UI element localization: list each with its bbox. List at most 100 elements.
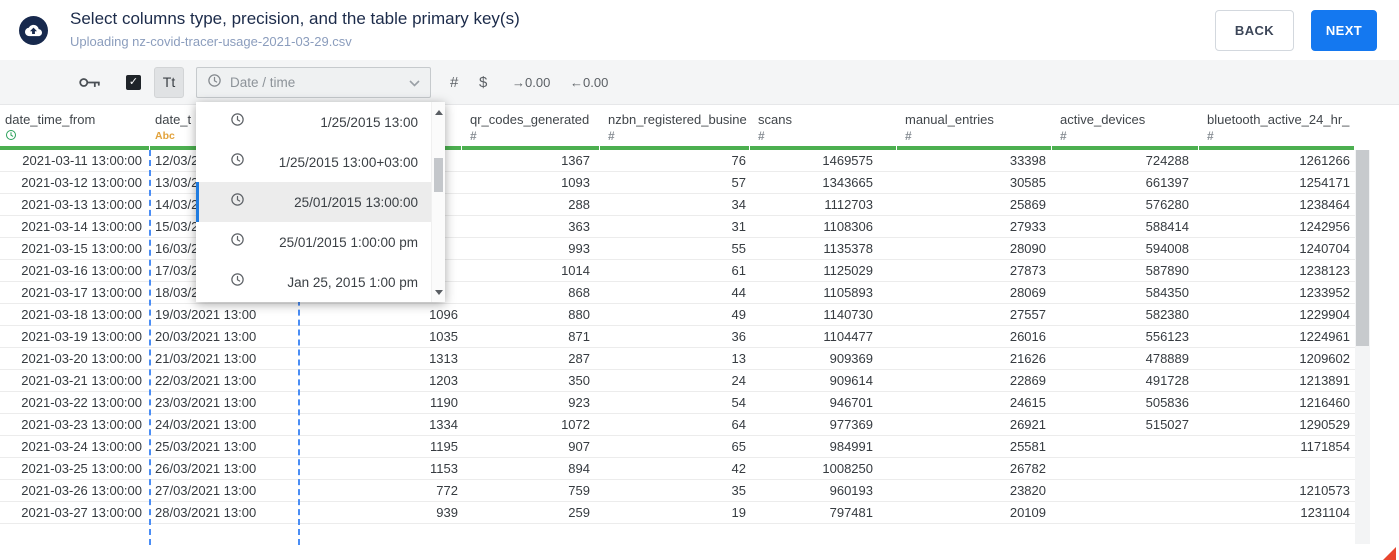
include-column-checkbox[interactable]: ✓ xyxy=(126,75,141,90)
table-cell: 594008 xyxy=(1145,241,1189,256)
number-type-indicator: # xyxy=(1060,129,1067,143)
table-row: 2021-03-23 13:00:00 24/03/2021 13:00 1334 1… xyxy=(0,414,1355,436)
table-cell: 49 xyxy=(731,307,746,322)
table-cell: 1093 xyxy=(561,175,590,190)
dropdown-option-label: 1/25/2015 13:00+03:00 xyxy=(278,154,418,170)
table-cell: 1242956 xyxy=(1299,219,1350,234)
table-cell: 478889 xyxy=(1145,351,1189,366)
table-cell: 76 xyxy=(731,153,746,168)
table-cell: 1313 xyxy=(429,351,458,366)
page-title: Select columns type, precision, and the … xyxy=(70,9,520,28)
table-cell: 960193 xyxy=(829,483,873,498)
resize-corner-marker xyxy=(1383,547,1396,560)
key-icon[interactable] xyxy=(78,74,101,96)
table-cell: 1231104 xyxy=(1300,505,1350,520)
clock-icon xyxy=(230,272,245,292)
dropdown-option-label: 1/25/2015 13:00 xyxy=(320,114,418,130)
text-format-button[interactable]: Tt xyxy=(154,67,184,98)
app-window: Select columns type, precision, and the … xyxy=(0,0,1399,560)
table-cell: 2021-03-25 13:00:00 xyxy=(21,461,142,476)
table-cell: 54 xyxy=(731,395,746,410)
column-type-select[interactable]: Date / time xyxy=(196,67,431,98)
table-cell: 2021-03-13 13:00:00 xyxy=(21,197,142,212)
format-toolbar: ✓ Tt Date / time # $ →0.00 ←0.00 xyxy=(0,60,1399,105)
table-cell: 25869 xyxy=(1009,197,1046,212)
table-cell: 287 xyxy=(568,351,590,366)
table-cell: 1112703 xyxy=(824,197,873,212)
dropdown-option[interactable]: 25/01/2015 1:00:00 pm xyxy=(196,222,431,262)
table-cell: 993 xyxy=(568,241,590,256)
table-cell: 1224961 xyxy=(1299,329,1350,344)
table-cell: 2021-03-20 13:00:00 xyxy=(21,351,142,366)
increase-decimals-icon[interactable]: →0.00 xyxy=(512,60,550,105)
table-cell: 1105893 xyxy=(823,285,873,300)
table-row: 2021-03-27 13:00:00 28/03/2021 13:00 939 25… xyxy=(0,502,1355,524)
scroll-down-arrow[interactable] xyxy=(432,286,445,298)
date-format-dropdown: 1/25/2015 13:00 1/25/2015 13:00+03:00 25/0… xyxy=(196,102,445,302)
scroll-up-arrow[interactable] xyxy=(432,106,445,118)
clock-icon xyxy=(230,232,245,252)
table-cell: 19/03/2021 13:00 xyxy=(155,307,257,322)
dropdown-option[interactable]: Jan 25, 2015 1:00 pm xyxy=(196,262,431,302)
table-cell: 939 xyxy=(436,505,458,520)
table-cell: 1072 xyxy=(561,417,590,432)
column-header-date_time_from[interactable]: date_time_from xyxy=(0,105,150,150)
table-cell: 27873 xyxy=(1009,263,1046,278)
table-cell: 24615 xyxy=(1009,395,1046,410)
chevron-down-icon xyxy=(409,74,420,92)
table-cell: 556123 xyxy=(1145,329,1189,344)
table-cell: 36 xyxy=(731,329,746,344)
dropdown-option[interactable]: 25/01/2015 13:00:00 xyxy=(196,182,431,222)
table-cell: 2021-03-15 13:00:00 xyxy=(21,241,142,256)
back-button[interactable]: BACK xyxy=(1215,10,1294,51)
number-format-icon[interactable]: # xyxy=(450,60,458,105)
cloud-upload-icon xyxy=(19,16,48,45)
table-cell: 259 xyxy=(568,505,590,520)
table-cell: 923 xyxy=(568,395,590,410)
table-cell: 1240704 xyxy=(1299,241,1350,256)
number-type-indicator: # xyxy=(470,129,477,143)
scrollbar-thumb[interactable] xyxy=(1356,150,1369,346)
table-cell: 894 xyxy=(568,461,590,476)
table-row: 2021-03-21 13:00:00 22/03/2021 13:00 1203 3… xyxy=(0,370,1355,392)
table-cell: 19 xyxy=(731,505,746,520)
table-cell: 2021-03-16 13:00:00 xyxy=(21,263,142,278)
column-name: nzbn_registered_busine xyxy=(608,112,747,127)
table-cell: 1190 xyxy=(430,395,458,410)
column-header-manual_entries[interactable]: manual_entries # xyxy=(897,105,1052,150)
table-cell: 582380 xyxy=(1145,307,1189,322)
column-name: date_time_from xyxy=(5,112,96,127)
table-row: 2021-03-26 13:00:00 27/03/2021 13:00 772 75… xyxy=(0,480,1355,502)
vertical-scrollbar[interactable] xyxy=(1355,150,1370,544)
table-cell: 2021-03-23 13:00:00 xyxy=(21,417,142,432)
next-button[interactable]: NEXT xyxy=(1311,10,1377,51)
dropdown-option[interactable]: 1/25/2015 13:00+03:00 xyxy=(196,142,431,182)
column-header-bluetooth_active_24_hr_[interactable]: bluetooth_active_24_hr_ # xyxy=(1199,105,1355,150)
table-cell: 1035 xyxy=(429,329,458,344)
table-cell: 2021-03-18 13:00:00 xyxy=(21,307,142,322)
table-cell: 661397 xyxy=(1145,175,1189,190)
column-header-nzbn_registered_busine[interactable]: nzbn_registered_busine # xyxy=(600,105,750,150)
table-cell: 797481 xyxy=(829,505,873,520)
table-row: 2021-03-19 13:00:00 20/03/2021 13:00 1035 8… xyxy=(0,326,1355,348)
column-header-scans[interactable]: scans # xyxy=(750,105,897,150)
table-row: 2021-03-22 13:00:00 23/03/2021 13:00 1190 9… xyxy=(0,392,1355,414)
table-cell: 880 xyxy=(568,307,590,322)
table-cell: 61 xyxy=(731,263,746,278)
table-cell: 1261266 xyxy=(1299,153,1350,168)
table-cell: 13 xyxy=(731,351,746,366)
currency-format-icon[interactable]: $ xyxy=(479,60,487,105)
number-type-indicator: # xyxy=(758,129,765,143)
dropdown-option[interactable]: 1/25/2015 13:00 xyxy=(196,102,431,142)
dropdown-scrollbar[interactable] xyxy=(431,102,445,302)
table-cell xyxy=(1052,458,1199,479)
type-select-value: Date / time xyxy=(230,75,296,90)
dropdown-option-label: 25/01/2015 13:00:00 xyxy=(294,194,418,210)
table-row: 2021-03-18 13:00:00 19/03/2021 13:00 1096 8… xyxy=(0,304,1355,326)
dropdown-scrollbar-thumb[interactable] xyxy=(434,158,443,192)
column-header-qr_codes_generated[interactable]: qr_codes_generated # xyxy=(462,105,600,150)
column-name: scans xyxy=(758,112,792,127)
table-cell: 27/03/2021 13:00 xyxy=(155,483,257,498)
column-header-active_devices[interactable]: active_devices # xyxy=(1052,105,1199,150)
decrease-decimals-icon[interactable]: ←0.00 xyxy=(570,60,608,105)
